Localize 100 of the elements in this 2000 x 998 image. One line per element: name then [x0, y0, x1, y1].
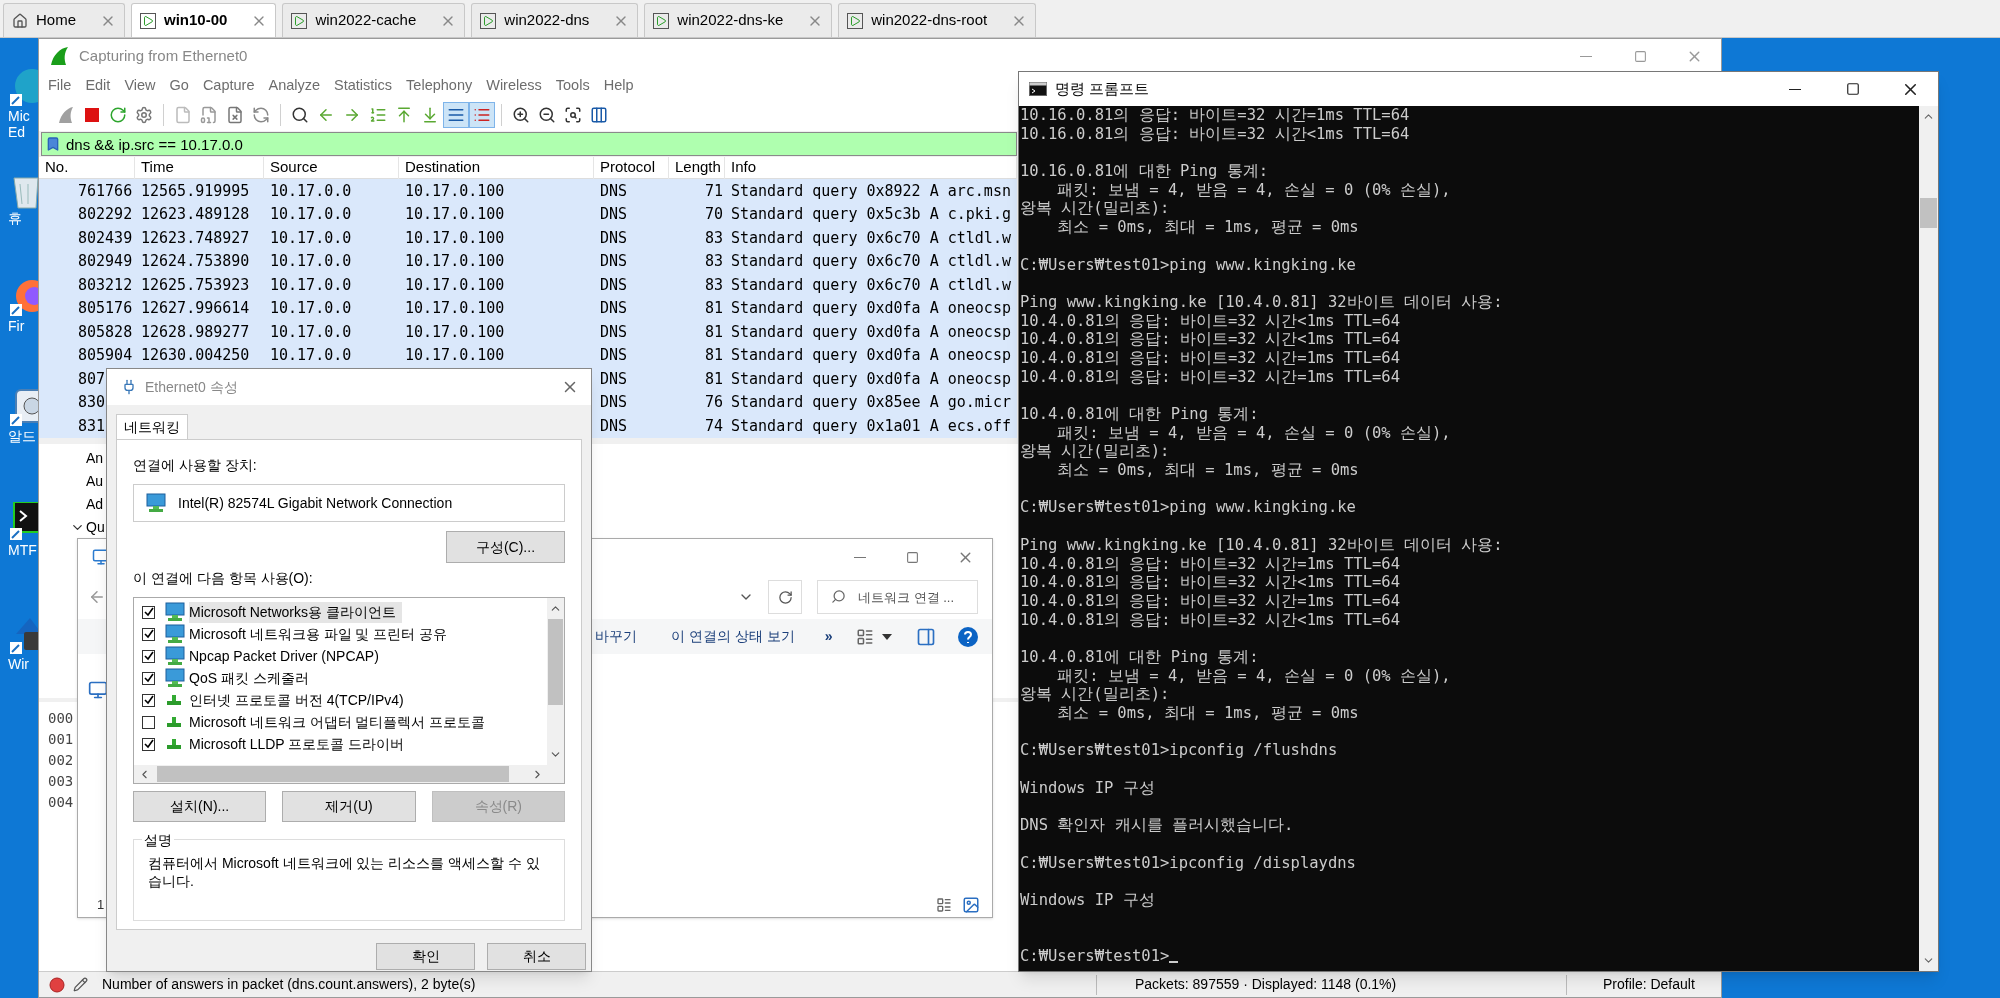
console-line: 10.4.0.81의 응답: 바이트=32 시간<1ms TTL=64: [1020, 610, 1401, 630]
table-cell-text: 10.17.0.100: [405, 251, 505, 272]
item-count: 1: [97, 896, 105, 915]
table-cell-text: 10.17.0.0: [270, 345, 352, 366]
console-line: C:₩Users₩test01>ping www.kingking.ke: [1020, 255, 1357, 275]
table-cell-text: DNS: [600, 274, 628, 296]
console-line: 최소 = 0ms, 최대 = 1ms, 평균 = 0ms: [1056, 218, 1360, 237]
table-cell-text: DNS: [600, 251, 628, 272]
status-text: Number of answers in packet (dns.count.answers), 2 byte(s): [102, 975, 476, 994]
console-line: 패킷: 보냄 = 4, 받음 = 4, 손실 = 0 (0% 손실),: [1056, 180, 1452, 200]
table-cell-text: 83: [704, 227, 723, 249]
console-line: C:₩Users₩test01>ipconfig /flushdns: [1020, 741, 1339, 761]
console-line: 10.4.0.81의 응답: 바이트=32 시간=1ms TTL=64: [1020, 367, 1401, 387]
console-line: C:₩Users₩test01>: [1020, 946, 1170, 966]
hex-offset: 003: [48, 771, 74, 791]
table-cell-text: 802949: [78, 251, 133, 272]
table-cell-text: Standard query 0x1a01 A ecs.off: [731, 415, 1011, 437]
table-cell-text: 76: [704, 392, 723, 413]
table-cell-text: 12624.753890: [141, 251, 250, 272]
console-line: 10.4.0.81의 응답: 바이트=32 시간=1ms TTL=64: [1020, 591, 1401, 611]
table-cell-text: 807: [78, 368, 106, 390]
hex-offset: 002: [48, 750, 74, 770]
table-cell-text: DNS: [600, 204, 628, 225]
table-cell-text: 81: [704, 368, 723, 390]
table-cell-text: DNS: [600, 345, 628, 366]
hex-offset: 000: [48, 708, 74, 728]
table-cell-text: 83: [704, 274, 723, 296]
packet-count: Packets: 897559 · Displayed: 1148 (0.1%): [1135, 975, 1397, 994]
console-line: C:₩Users₩test01>ping www.kingking.ke: [1020, 498, 1357, 518]
console-line: 10.16.0.81에 대한 Ping 통계:: [1020, 162, 1269, 181]
field-label: 이 연결에 다음 항목 사용(O):: [133, 569, 314, 588]
window-title: Capturing from Ethernet0: [79, 45, 248, 66]
table-cell-text: DNS: [600, 298, 628, 319]
console-line: 10.4.0.81에 대한 Ping 통계:: [1020, 647, 1260, 667]
table-cell-text: Standard query 0xd0fa A oneocsp: [731, 368, 1011, 390]
table-cell-text: 10.17.0.100: [405, 227, 505, 249]
table-cell-text: 83: [704, 251, 723, 272]
table-cell-text: 830: [78, 392, 106, 413]
table-cell-text: 10.17.0.100: [405, 345, 505, 366]
table-cell-text: 805904: [78, 345, 133, 366]
table-cell-text: 12623.489128: [141, 204, 250, 225]
table-cell-text: 81: [704, 321, 723, 343]
console-line: Ping www.kingking.ke [10.4.0.81] 32바이트 데이터 사용:: [1020, 292, 1504, 312]
hex-offset: 004: [48, 792, 74, 812]
console-line: 10.4.0.81의 응답: 바이트=32 시간<1ms TTL=64: [1020, 573, 1401, 592]
table-cell-text: 12625.753923: [141, 274, 250, 296]
table-cell-text: 10.17.0.0: [270, 180, 352, 202]
table-cell-text: Standard query 0x6c70 A ctldl.w: [731, 251, 1011, 272]
table-cell-text: 803212: [78, 274, 133, 296]
console-line: 10.4.0.81에 대한 Ping 통계:: [1020, 405, 1260, 424]
table-cell-text: Standard query 0x5c3b A c.pki.g: [731, 204, 1011, 225]
field-label: 연결에 사용할 장치:: [133, 456, 258, 475]
table-cell-text: 805176: [78, 298, 133, 319]
table-cell-text: 10.17.0.0: [270, 321, 352, 343]
console-line: 최소 = 0ms, 최대 = 1ms, 평균 = 0ms: [1056, 461, 1360, 480]
table-cell-text: 10.17.0.0: [270, 298, 352, 319]
table-cell-text: Standard query 0xd0fa A oneocsp: [731, 298, 1011, 319]
table-cell-text: 12628.989277: [141, 321, 250, 343]
table-cell-text: 10.17.0.0: [270, 227, 352, 249]
table-cell-text: 74: [704, 415, 723, 437]
console-line: 10.16.0.81의 응답: 바이트=32 시간<1ms TTL=64: [1020, 124, 1411, 144]
table-cell-text: Standard query 0x6c70 A ctldl.w: [731, 274, 1011, 296]
profile-label: Profile: Default: [1603, 975, 1695, 994]
table-cell-text: Standard query 0x6c70 A ctldl.w: [731, 227, 1011, 249]
console-line: 10.16.0.81의 응답: 바이트=32 시간=1ms TTL=64: [1020, 106, 1411, 125]
table-cell-text: 10.17.0.100: [405, 204, 505, 225]
table-cell-text: 12565.919995: [141, 180, 250, 202]
console-line: Windows IP 구성: [1020, 890, 1156, 910]
console-line: Windows IP 구성: [1020, 778, 1156, 798]
table-cell-text: 10.17.0.100: [405, 321, 505, 343]
table-cell-text: 10.17.0.0: [270, 274, 352, 296]
table-cell-text: Standard query 0x8922 A arc.msn: [731, 180, 1011, 202]
table-cell-text: 10.17.0.100: [405, 298, 505, 319]
table-cell-text: Standard query 0xd0fa A oneocsp: [731, 345, 1011, 366]
hex-offset: 001: [48, 729, 74, 749]
table-cell-text: 12623.748927: [141, 227, 250, 249]
table-cell-text: 71: [704, 180, 723, 202]
console-line: Ping www.kingking.ke [10.4.0.81] 32바이트 데이터 사용:: [1020, 535, 1504, 555]
table-cell-text: 10.17.0.100: [405, 274, 505, 296]
console-line: DNS 확인자 캐시를 플러시했습니다.: [1020, 816, 1295, 835]
table-cell-text: DNS: [600, 392, 628, 413]
console-line: 패킷: 보냄 = 4, 받음 = 4, 손실 = 0 (0% 손실),: [1056, 666, 1452, 686]
console-line: 10.4.0.81의 응답: 바이트=32 시간=1ms TTL=64: [1020, 348, 1401, 368]
device-name: Intel(R) 82574L Gigabit Network Connection: [178, 493, 453, 513]
table-cell-text: 10.17.0.0: [270, 204, 352, 225]
window-title: 명령 프롬프트: [1055, 78, 1150, 99]
table-cell-text: 802292: [78, 204, 133, 225]
console-line: C:₩Users₩test01>ipconfig /displaydns: [1020, 853, 1357, 873]
table-cell-text: 831: [78, 415, 106, 437]
table-cell-text: 12630.004250: [141, 345, 250, 366]
table-cell-text: 12627.996614: [141, 298, 250, 319]
console-line: 10.4.0.81의 응답: 바이트=32 시간<1ms TTL=64: [1020, 330, 1401, 349]
table-cell-text: 10.17.0.0: [270, 251, 352, 272]
table-cell-text: 805828: [78, 321, 133, 343]
console-line: 왕복 시간(밀리초):: [1020, 685, 1171, 704]
table-cell-text: 70: [704, 204, 723, 225]
table-cell-text: DNS: [600, 321, 628, 343]
console-line: 왕복 시간(밀리초):: [1020, 442, 1171, 462]
table-cell-text: DNS: [600, 368, 628, 390]
table-cell-text: 761766: [78, 180, 133, 202]
